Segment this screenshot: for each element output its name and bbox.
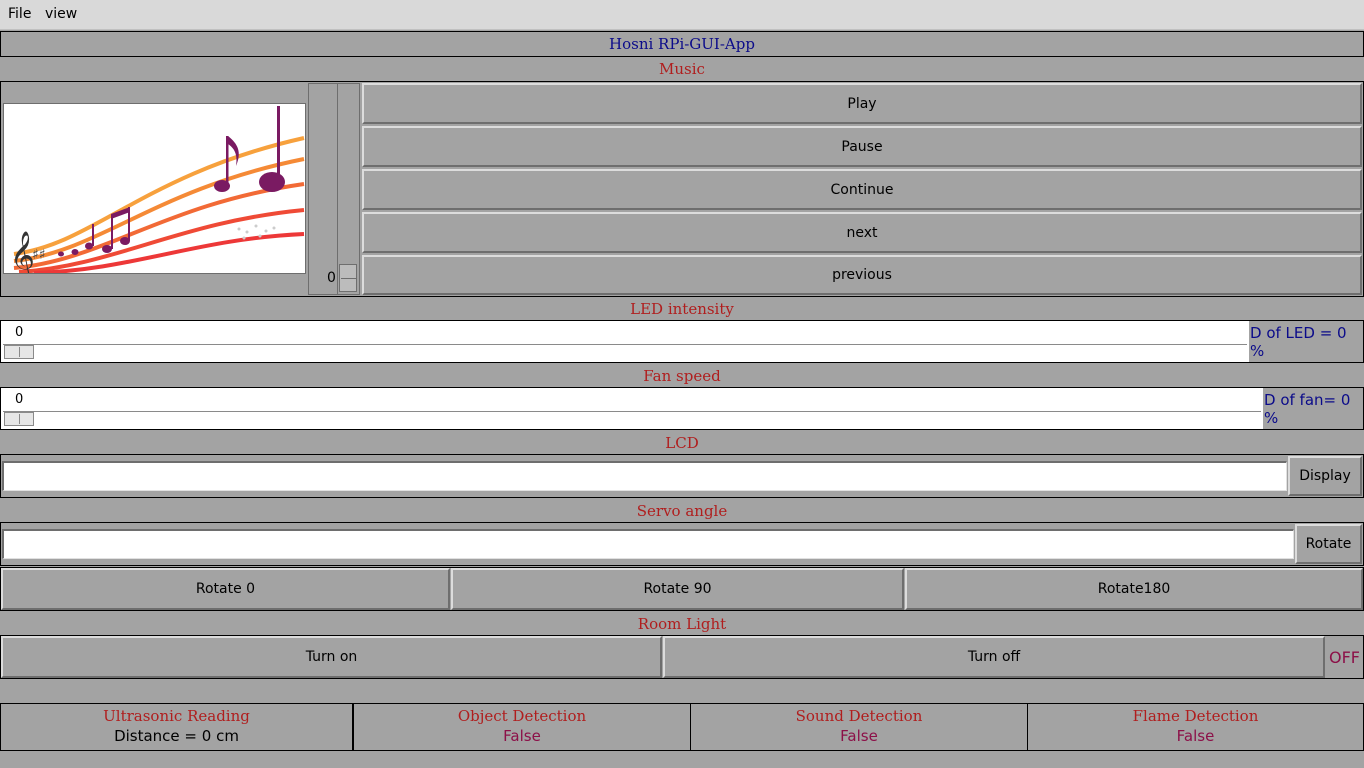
fan-speed-scale[interactable]: 0 (1, 388, 1263, 429)
sound-detection-value: False (840, 727, 878, 745)
display-button[interactable]: Display (1288, 456, 1362, 496)
svg-text:♯♯: ♯♯ (32, 247, 46, 263)
led-intensity-trough (3, 344, 1247, 360)
object-detection-value: False (503, 727, 541, 745)
ultrasonic-value: Distance = 0 cm (114, 727, 239, 745)
flame-detection-title: Flame Detection (1132, 707, 1259, 725)
menu-view[interactable]: view (45, 6, 77, 22)
volume-slider-handle[interactable] (339, 264, 357, 292)
volume-value: 0 (327, 270, 336, 286)
flame-detection-panel: Flame Detection False (1027, 703, 1364, 751)
sound-detection-panel: Sound Detection False (690, 703, 1028, 751)
servo-angle-input[interactable] (2, 529, 1294, 559)
rotate-0-button[interactable]: Rotate 0 (1, 568, 450, 610)
fan-speed-slider-handle[interactable] (4, 412, 34, 426)
rotate-180-button[interactable]: Rotate180 (905, 568, 1363, 610)
led-intensity-slider-handle[interactable] (4, 345, 34, 359)
led-intensity-scale[interactable]: 0 (1, 321, 1249, 362)
volume-trough (337, 84, 338, 294)
fan-duty-status: D of fan= 0 % (1264, 390, 1351, 427)
fan-speed-trough (3, 411, 1261, 427)
menu-file[interactable]: File (8, 6, 31, 22)
rotate-button[interactable]: Rotate (1295, 524, 1362, 564)
ultrasonic-panel: Ultrasonic Reading Distance = 0 cm (0, 703, 353, 751)
object-detection-title: Object Detection (457, 707, 587, 725)
pause-button[interactable]: Pause (362, 126, 1362, 167)
ultrasonic-title: Ultrasonic Reading (103, 707, 250, 725)
music-label: Music (659, 60, 705, 78)
fan-speed-label: Fan speed (643, 366, 721, 385)
play-button[interactable]: Play (362, 83, 1362, 124)
music-staff-icon: 𝄞 ♯♯ (10, 106, 305, 281)
lcd-label: LCD (665, 433, 699, 452)
music-notes-image: 𝄞 ♯♯ (3, 103, 306, 281)
continue-button[interactable]: Continue (362, 169, 1362, 210)
fan-speed-value: 0 (15, 392, 24, 407)
volume-scale[interactable]: 0 (308, 83, 360, 295)
sound-detection-title: Sound Detection (795, 707, 923, 725)
flame-detection-value: False (1176, 727, 1215, 745)
led-intensity-value: 0 (15, 325, 24, 340)
room-light-status: OFF (1329, 647, 1360, 667)
turn-on-button[interactable]: Turn on (1, 636, 662, 678)
next-button[interactable]: next (362, 212, 1362, 253)
app-title: Hosni RPi-GUI-App (0, 31, 1364, 57)
menu-bar: File view (0, 0, 1364, 30)
rotate-90-button[interactable]: Rotate 90 (451, 568, 904, 610)
servo-angle-label: Servo angle (636, 501, 728, 520)
room-light-label: Room Light (637, 614, 727, 633)
turn-off-button[interactable]: Turn off (663, 636, 1325, 678)
led-intensity-label: LED intensity (630, 299, 734, 318)
object-detection-panel: Object Detection False (353, 703, 691, 751)
previous-button[interactable]: previous (362, 255, 1362, 295)
led-duty-status: D of LED = 0 % (1250, 323, 1347, 360)
lcd-text-input[interactable] (2, 461, 1287, 491)
